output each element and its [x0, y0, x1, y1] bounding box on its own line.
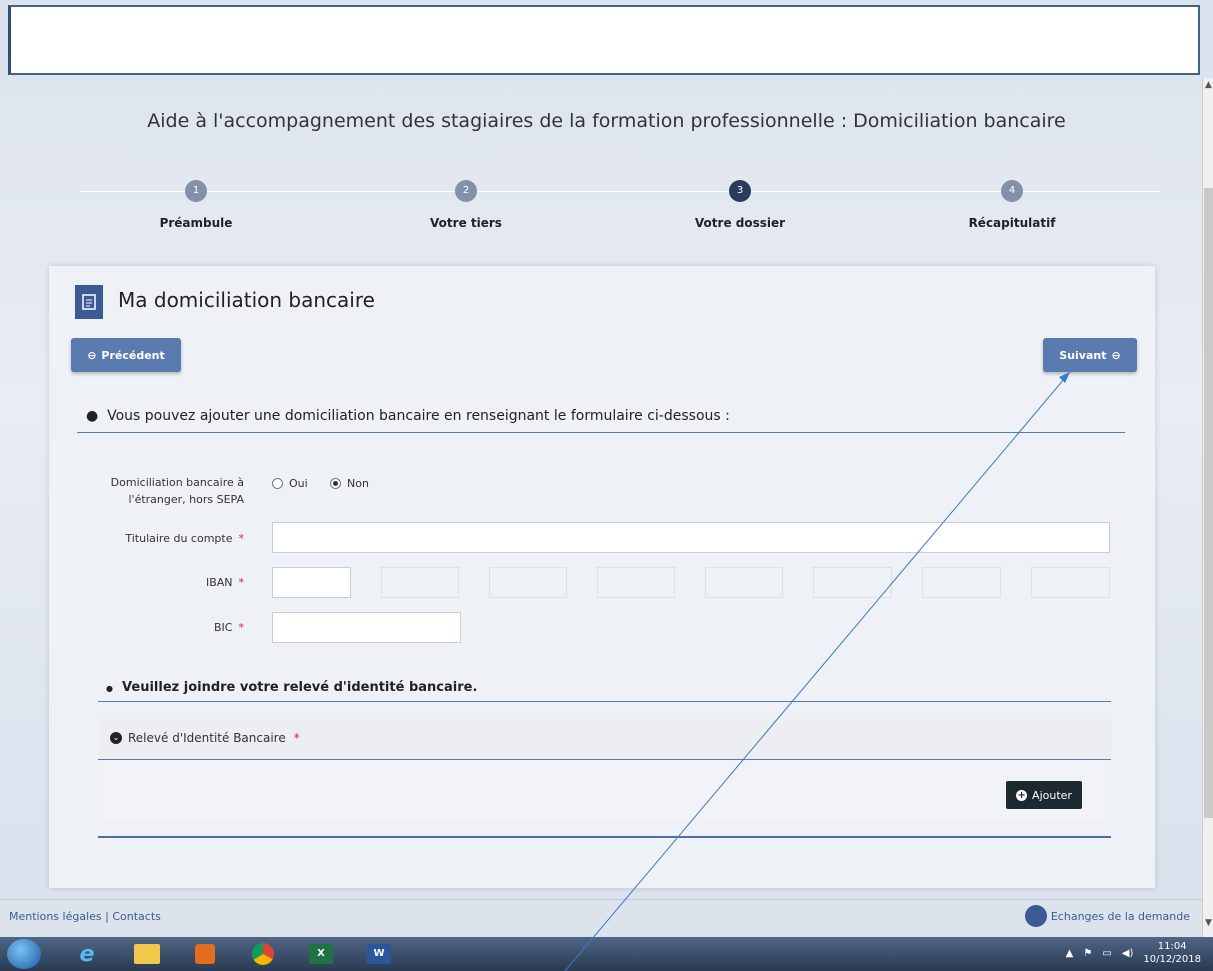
internet-explorer-icon[interactable]: e [64, 940, 110, 968]
iban-segment-4[interactable] [597, 567, 675, 598]
add-button-label: Ajouter [1032, 788, 1072, 802]
form-intro: ● Vous pouvez ajouter une domiciliation … [86, 408, 730, 424]
section-divider [98, 836, 1111, 838]
foreign-bank-label: Domiciliation bancaire à l'étranger, hor… [60, 474, 244, 508]
chat-bubble-icon [1024, 905, 1047, 927]
flag-icon[interactable]: ⚑ [1083, 948, 1092, 959]
chrome-icon[interactable] [240, 940, 286, 968]
iban-segment-3[interactable] [489, 567, 567, 598]
iban-label: IBAN * [60, 576, 244, 589]
attachment-intro: ● Veuillez joindre votre relevé d'identi… [106, 680, 477, 695]
holder-label: Titulaire du compte * [60, 532, 244, 545]
step-label: Récapitulatif [968, 216, 1056, 230]
bic-label: BIC * [60, 621, 244, 634]
radio-non[interactable]: Non [330, 477, 369, 490]
exchanges-label: Echanges de la demande [1050, 909, 1190, 923]
page-title: Aide à l'accompagnement des stagiaires d… [147, 110, 1066, 132]
scroll-down-icon[interactable]: ▼ [1203, 918, 1213, 928]
circle-arrow-right-icon: ⊖ [1111, 348, 1121, 362]
rib-section-label: Relevé d'Identité Bancaire [128, 731, 286, 745]
media-player-icon[interactable] [182, 940, 228, 968]
step-recapitulatif[interactable]: 4 Récapitulatif [912, 180, 1112, 230]
form-intro-text: Vous pouvez ajouter une domiciliation ba… [107, 408, 730, 424]
windows-start-icon[interactable] [7, 939, 41, 969]
clock-date: 10/12/2018 [1143, 954, 1201, 965]
step-number: 4 [1001, 180, 1023, 202]
step-votre-dossier[interactable]: 3 Votre dossier [640, 180, 840, 230]
step-number: 2 [455, 180, 477, 202]
bullet-icon: ● [106, 684, 113, 693]
network-icon[interactable]: ▭ [1102, 948, 1111, 959]
required-mark: * [238, 621, 245, 634]
step-label: Préambule [159, 216, 233, 230]
step-preambule[interactable]: 1 Préambule [96, 180, 296, 230]
clock-time: 11:04 [1157, 941, 1187, 952]
step-votre-tiers[interactable]: 2 Votre tiers [366, 180, 566, 230]
vertical-scrollbar[interactable]: ▲ ▼ [1202, 78, 1213, 938]
rib-section-header[interactable]: ⌄ Relevé d'Identité Bancaire * [98, 719, 1111, 760]
holder-label-text: Titulaire du compte [125, 532, 233, 545]
document-icon [75, 285, 103, 319]
radio-checked-icon[interactable] [330, 478, 341, 489]
plus-circle-icon: + [1016, 789, 1028, 801]
add-button[interactable]: + Ajouter [1006, 781, 1082, 809]
file-explorer-icon[interactable] [124, 940, 170, 968]
step-number: 3 [729, 180, 751, 202]
next-button-label: Suivant [1059, 348, 1107, 362]
radio-non-label: Non [347, 477, 369, 490]
section-divider [98, 701, 1111, 702]
iban-segment-2[interactable] [381, 567, 459, 598]
system-tray: ▲ ⚑ ▭ ◀) 11:04 10/12/2018 [1066, 940, 1201, 966]
attachment-intro-text: Veuillez joindre votre relevé d'identité… [122, 680, 478, 695]
footer: Mentions légales | Contacts Echanges de … [0, 899, 1202, 936]
iban-segment-6[interactable] [813, 567, 892, 598]
holder-input[interactable] [272, 522, 1110, 553]
bullet-icon: ● [86, 408, 99, 424]
previous-button-label: Précédent [101, 348, 165, 362]
word-icon[interactable]: W [356, 940, 402, 968]
clock[interactable]: 11:04 10/12/2018 [1143, 940, 1201, 966]
radio-unchecked-icon[interactable] [272, 478, 283, 489]
iban-segment-8[interactable] [1031, 567, 1110, 598]
step-label: Votre tiers [430, 216, 502, 230]
iban-label-text: IBAN [205, 576, 233, 589]
windows-taskbar: e X W ▲ ⚑ ▭ ◀) 11:04 10/12/2018 [0, 937, 1213, 971]
chevron-down-icon[interactable]: ⌄ [110, 732, 122, 744]
iban-segment-5[interactable] [705, 567, 783, 598]
footer-links[interactable]: Mentions légales | Contacts [9, 910, 161, 923]
iban-segment-1[interactable] [272, 567, 351, 598]
step-label: Votre dossier [694, 216, 786, 230]
rib-section-body [98, 760, 1111, 820]
next-button[interactable]: Suivant ⊖ [1043, 338, 1137, 372]
iban-segment-7[interactable] [922, 567, 1001, 598]
foreign-bank-label-line2: l'étranger, hors SEPA [128, 493, 245, 506]
radio-oui[interactable]: Oui [272, 477, 308, 490]
browser-top-bar [8, 5, 1200, 75]
card-title: Ma domiciliation bancaire [118, 288, 375, 312]
circle-arrow-left-icon: ⊖ [87, 348, 97, 362]
section-divider [77, 432, 1125, 433]
exchanges-link[interactable]: Echanges de la demande [1024, 905, 1190, 927]
radio-oui-label: Oui [289, 477, 308, 490]
required-mark: * [238, 576, 245, 589]
step-number: 1 [185, 180, 207, 202]
tray-expand-icon[interactable]: ▲ [1066, 948, 1074, 959]
volume-icon[interactable]: ◀) [1122, 948, 1134, 959]
bic-label-text: BIC [214, 621, 233, 634]
rib-section-title: ⌄ Relevé d'Identité Bancaire * [110, 731, 300, 745]
bic-input[interactable] [272, 612, 461, 643]
foreign-bank-label-line1: Domiciliation bancaire à [110, 476, 244, 489]
required-mark: * [293, 731, 300, 745]
scroll-up-icon[interactable]: ▲ [1203, 80, 1213, 90]
previous-button[interactable]: ⊖ Précédent [71, 338, 181, 372]
scrollbar-thumb[interactable] [1204, 188, 1213, 818]
excel-icon[interactable]: X [298, 940, 344, 968]
required-mark: * [238, 532, 245, 545]
